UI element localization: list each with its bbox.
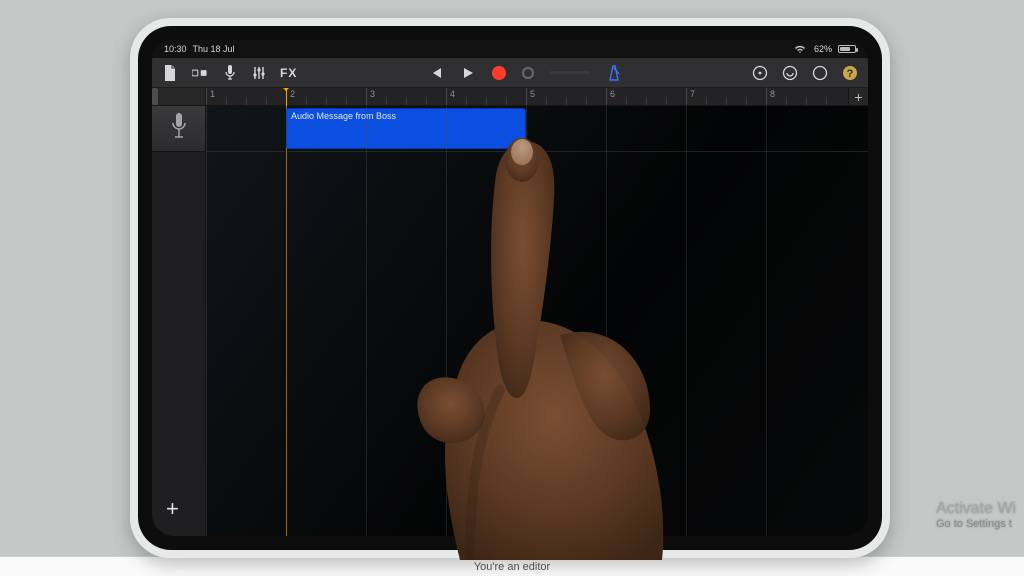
ruler-subtick — [466, 97, 467, 105]
ruler-bar-label: 3 — [370, 89, 375, 99]
record-button[interactable] — [492, 66, 506, 80]
document-icon[interactable] — [162, 65, 178, 81]
ruler-bar-label: 1 — [210, 89, 215, 99]
add-bars-button[interactable]: + — [848, 88, 868, 105]
ruler-subtick — [666, 97, 667, 105]
ruler-subtick — [506, 97, 507, 105]
ruler-corner — [152, 88, 206, 105]
ruler-bar-label: 8 — [770, 89, 775, 99]
ipad-screen: 10:30 Thu 18 Jul 62% — [152, 40, 868, 536]
status-date: Thu 18 Jul — [193, 44, 235, 54]
ruler-subtick — [806, 97, 807, 105]
mixer-icon[interactable] — [252, 65, 266, 81]
battery-percent: 62% — [814, 44, 832, 54]
ruler-subtick — [406, 97, 407, 105]
ruler-bar-label: 7 — [690, 89, 695, 99]
ruler-subtick — [486, 97, 487, 105]
lane-gridline — [286, 106, 287, 536]
caption-bar: You're an editor — [0, 556, 1024, 576]
watermark-line1: Activate Wi — [936, 500, 1016, 518]
rewind-button[interactable] — [428, 65, 444, 81]
ruler-subtick — [266, 97, 267, 105]
lane-gridline — [766, 106, 767, 536]
ruler-subtick — [226, 97, 227, 105]
ruler-subtick — [826, 97, 827, 105]
loop-browser-button[interactable] — [782, 65, 798, 81]
lane-gridline — [206, 106, 207, 536]
status-time: 10:30 — [164, 44, 187, 54]
ruler-bar: 5 — [526, 88, 527, 105]
help-button[interactable]: ? — [842, 65, 858, 81]
ruler-subtick — [746, 97, 747, 105]
ruler-subtick — [326, 97, 327, 105]
lane-gridline — [366, 106, 367, 536]
play-button[interactable] — [460, 65, 476, 81]
audio-region[interactable]: Audio Message from Boss — [286, 108, 526, 149]
fx-button[interactable]: FX — [280, 66, 297, 80]
ruler-bar-label: 4 — [450, 89, 455, 99]
ipad-frame: 10:30 Thu 18 Jul 62% — [130, 18, 890, 558]
track-mic-icon — [171, 111, 187, 146]
lane-gridline — [686, 106, 687, 536]
ruler-subtick — [566, 97, 567, 105]
metronome-button[interactable] — [606, 65, 622, 81]
ruler-subtick — [386, 97, 387, 105]
microphone-icon[interactable] — [222, 65, 238, 81]
ruler-bar: 6 — [606, 88, 607, 105]
ruler-subtick — [626, 97, 627, 105]
lane-gridline — [526, 106, 527, 536]
region-label: Audio Message from Boss — [291, 111, 396, 121]
timeline-ruler[interactable]: 1 2 3 4 5 6 7 8 — [206, 88, 848, 105]
loop-marker[interactable] — [152, 88, 158, 105]
timeline-ruler-row: 1 2 3 4 5 6 7 8 + — [152, 88, 868, 106]
view-mode-icon[interactable] — [192, 65, 208, 81]
ruler-subtick — [346, 97, 347, 105]
ruler-bar-label: 2 — [290, 89, 295, 99]
ruler-subtick — [426, 97, 427, 105]
track-header-1[interactable] — [152, 106, 205, 152]
track-headers — [152, 106, 206, 536]
track-lane-1[interactable]: Audio Message from Boss — [206, 106, 868, 152]
ruler-bar: 8 — [766, 88, 767, 105]
ruler-bar-label: 5 — [530, 89, 535, 99]
ruler-subtick — [306, 97, 307, 105]
ruler-subtick — [706, 97, 707, 105]
ipad-bezel: 10:30 Thu 18 Jul 62% — [138, 26, 882, 550]
ruler-subtick — [786, 97, 787, 105]
ruler-bar: 3 — [366, 88, 367, 105]
add-track-button[interactable]: + — [166, 496, 179, 522]
info-button[interactable] — [752, 65, 768, 81]
ruler-subtick — [246, 97, 247, 105]
caption-text: You're an editor — [474, 561, 550, 573]
windows-activation-watermark: Activate Wi Go to Settings t — [936, 500, 1016, 530]
track-lanes[interactable]: Audio Message from Boss — [206, 106, 868, 536]
cycle-button[interactable] — [522, 67, 534, 79]
battery-icon — [838, 45, 856, 53]
ruler-subtick — [726, 97, 727, 105]
watermark-line2: Go to Settings t — [936, 518, 1016, 530]
ruler-subtick — [546, 97, 547, 105]
lcd-display[interactable] — [550, 71, 590, 74]
wifi-icon — [792, 41, 808, 57]
svg-text:?: ? — [847, 68, 854, 80]
ruler-bar: 1 — [206, 88, 207, 105]
app-toolbar: FX — [152, 58, 868, 88]
lane-gridline — [606, 106, 607, 536]
settings-button[interactable] — [812, 65, 828, 81]
stage: 10:30 Thu 18 Jul 62% — [0, 0, 1024, 556]
tracks-area: Audio Message from Boss + — [152, 106, 868, 536]
ios-status-bar: 10:30 Thu 18 Jul 62% — [152, 40, 868, 58]
ruler-bar: 4 — [446, 88, 447, 105]
lane-gridline — [446, 106, 447, 536]
ruler-subtick — [586, 97, 587, 105]
ruler-subtick — [646, 97, 647, 105]
ruler-bar-label: 6 — [610, 89, 615, 99]
ruler-bar: 7 — [686, 88, 687, 105]
